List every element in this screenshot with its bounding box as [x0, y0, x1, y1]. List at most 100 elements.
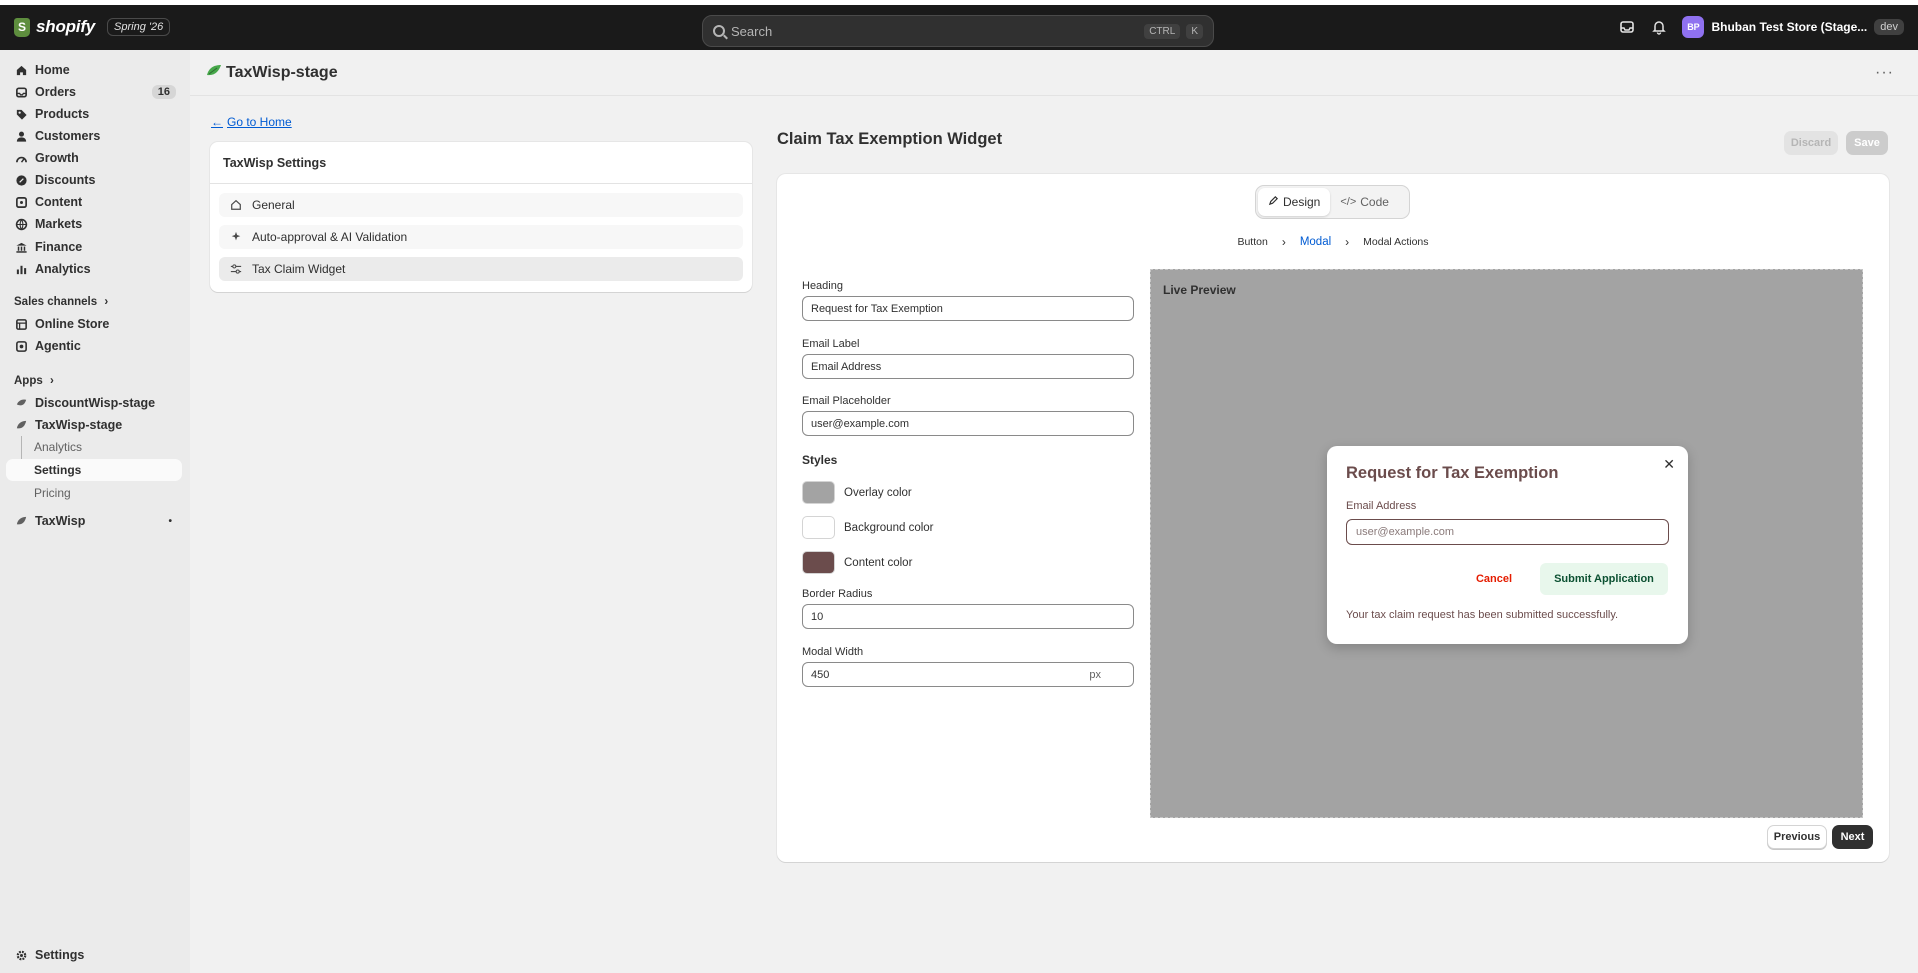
sliders-icon	[229, 262, 243, 276]
sidebar-item-orders[interactable]: Orders 16	[6, 81, 182, 103]
step-breadcrumb: Button › Modal › Modal Actions	[777, 235, 1889, 249]
settings-row-tax-claim-widget[interactable]: Tax Claim Widget	[219, 257, 743, 281]
sidebar-item-customers[interactable]: Customers	[6, 125, 182, 147]
settings-row-general[interactable]: General	[219, 193, 743, 217]
home-icon	[14, 63, 28, 77]
sidebar-item-label: Growth	[35, 151, 79, 165]
sidebar: Home Orders 16 Products Customers Growth…	[0, 50, 190, 973]
email-label-input-value: Email Address	[811, 360, 882, 373]
crumb-button[interactable]: Button	[1237, 236, 1267, 248]
sidebar-item-label: Customers	[35, 129, 101, 143]
crumb-modal-actions[interactable]: Modal Actions	[1363, 236, 1428, 248]
styles-heading: Styles	[802, 453, 838, 467]
sidebar-item-online-store[interactable]: Online Store	[6, 313, 182, 335]
email-placeholder-label: Email Placeholder	[802, 395, 891, 407]
bell-icon[interactable]	[1650, 18, 1668, 36]
settings-card-title: TaxWisp Settings	[210, 142, 752, 184]
content-color-row: Content color	[802, 551, 912, 574]
widget-editor-card: Design </> Code Button › Modal › Modal A…	[777, 174, 1889, 862]
sidebar-item-label: Markets	[35, 217, 83, 231]
bank-icon	[14, 240, 28, 254]
crumb-modal[interactable]: Modal	[1300, 236, 1331, 248]
brand-name: shopify	[36, 17, 96, 36]
border-radius-input[interactable]: 10	[802, 604, 1134, 629]
sidebar-subitem-analytics[interactable]: Analytics	[34, 440, 82, 454]
view-toggle: Design </> Code	[1255, 185, 1410, 219]
pin-dot-icon: •	[168, 515, 172, 527]
heading-input[interactable]: Request for Tax Exemption	[802, 296, 1134, 321]
store-name: Bhuban Test Store (Stage...	[1711, 20, 1868, 34]
sidebar-item-markets[interactable]: Markets	[6, 213, 182, 235]
preview-email-input[interactable]: user@example.com	[1346, 519, 1669, 545]
store-avatar: BP	[1682, 16, 1705, 38]
sidebar-item-content[interactable]: Content	[6, 191, 182, 213]
search-bar[interactable]: Search CTRL K	[702, 15, 1214, 47]
sidebar-item-home[interactable]: Home	[6, 59, 182, 81]
content-color-swatch[interactable]	[802, 551, 835, 574]
sidebar-item-label: Discounts	[35, 173, 96, 187]
email-placeholder-input[interactable]: user@example.com	[802, 411, 1134, 436]
sidebar-item-label: Home	[35, 63, 70, 77]
tab-design[interactable]: Design	[1258, 188, 1331, 216]
sidebar-item-agentic[interactable]: Agentic	[6, 335, 182, 357]
sidebar-item-taxwisp-stage[interactable]: TaxWisp-stage	[6, 414, 182, 436]
email-label-input[interactable]: Email Address	[802, 354, 1134, 379]
shopify-bag-icon: S	[14, 17, 30, 37]
chevron-right-icon: ›	[49, 375, 54, 387]
sidebar-item-discounts[interactable]: Discounts	[6, 169, 182, 191]
live-preview: Live Preview Request for Tax Exemption ✕…	[1150, 269, 1863, 818]
sidebar-item-taxwisp[interactable]: TaxWisp •	[6, 510, 182, 532]
leaf-icon	[14, 514, 28, 528]
save-button[interactable]: Save	[1846, 131, 1888, 155]
preview-submit-button[interactable]: Submit Application	[1540, 563, 1668, 595]
content-icon	[14, 195, 28, 209]
preview-cancel-button[interactable]: Cancel	[1464, 564, 1524, 594]
chevron-right-icon: ›	[1281, 235, 1286, 249]
next-button[interactable]: Next	[1832, 825, 1873, 849]
search-shortcut: CTRL K	[1144, 23, 1203, 39]
heading-label: Heading	[802, 280, 843, 292]
top-bar: S shopify Spring '26 Search CTRL K BP Bh…	[0, 5, 1918, 50]
sidebar-subitem-settings[interactable]: Settings	[6, 459, 182, 481]
sidebar-item-products[interactable]: Products	[6, 103, 182, 125]
orders-count-badge: 16	[151, 85, 176, 99]
home-icon	[229, 198, 243, 212]
growth-icon	[14, 151, 28, 165]
tag-icon	[14, 107, 28, 121]
overlay-color-swatch[interactable]	[802, 481, 835, 504]
sidebar-item-discountwisp[interactable]: DiscountWisp-stage	[6, 392, 182, 414]
previous-button[interactable]: Previous	[1767, 825, 1827, 849]
sidebar-subitem-pricing[interactable]: Pricing	[34, 486, 71, 500]
heading-input-value: Request for Tax Exemption	[811, 302, 943, 315]
preview-modal: Request for Tax Exemption ✕ Email Addres…	[1327, 446, 1688, 644]
sales-channels-label: Sales channels	[14, 296, 98, 308]
preview-success-message: Your tax claim request has been submitte…	[1346, 609, 1619, 621]
sidebar-item-finance[interactable]: Finance	[6, 236, 182, 258]
sidebar-item-settings[interactable]: Settings	[6, 944, 182, 966]
settings-row-auto-approval[interactable]: Auto-approval & AI Validation	[219, 225, 743, 249]
leaf-icon	[14, 418, 28, 432]
close-icon[interactable]: ✕	[1663, 456, 1675, 473]
chart-icon	[14, 262, 28, 276]
more-actions-icon[interactable]: ···	[1875, 64, 1894, 82]
shopify-logo[interactable]: S shopify Spring '26	[14, 17, 171, 37]
tab-code[interactable]: </> Code	[1330, 188, 1399, 216]
discard-button[interactable]: Discard	[1784, 131, 1838, 155]
modal-width-input[interactable]: 450 px	[802, 662, 1134, 687]
overlay-color-row: Overlay color	[802, 481, 912, 504]
apps-header[interactable]: Apps ›	[14, 375, 54, 387]
email-placeholder-input-value: user@example.com	[811, 417, 909, 430]
sidebar-item-growth[interactable]: Growth	[6, 147, 182, 169]
settings-card: TaxWisp Settings General Auto-approval &…	[210, 142, 752, 292]
apps-label: Apps	[14, 375, 43, 387]
sidebar-item-label: Online Store	[35, 317, 110, 331]
sidebar-item-analytics[interactable]: Analytics	[6, 258, 182, 280]
back-link[interactable]: ← Go to Home	[211, 115, 292, 129]
globe-icon	[14, 217, 28, 231]
sales-channels-header[interactable]: Sales channels ›	[14, 296, 108, 308]
inbox-icon[interactable]	[1618, 18, 1636, 36]
store-switcher[interactable]: BP Bhuban Test Store (Stage... dev	[1682, 16, 1904, 38]
background-color-swatch[interactable]	[802, 516, 835, 539]
tab-label: Design	[1283, 195, 1321, 209]
email-label-label: Email Label	[802, 338, 860, 350]
